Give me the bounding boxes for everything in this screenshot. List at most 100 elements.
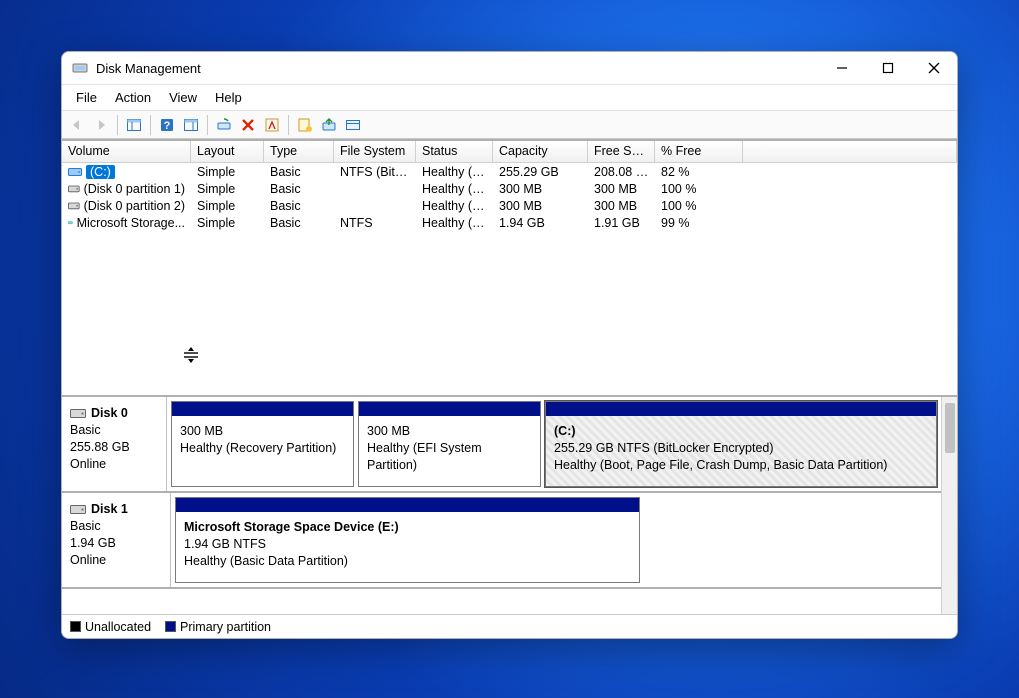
legend-unallocated-label: Unallocated	[85, 620, 151, 634]
volume-layout: Simple	[191, 182, 264, 196]
volume-status: Healthy (E...	[416, 199, 493, 213]
disk-type: Basic	[70, 422, 158, 439]
menu-file[interactable]: File	[68, 87, 105, 108]
col-volume[interactable]: Volume	[62, 141, 191, 162]
partition-size: 1.94 GB NTFS	[184, 536, 631, 553]
toolbar: ?	[62, 111, 957, 139]
scrollbar-vertical[interactable]	[941, 397, 957, 614]
titlebar[interactable]: Disk Management	[62, 52, 957, 85]
col-layout[interactable]: Layout	[191, 141, 264, 162]
volume-free: 208.08 GB	[588, 165, 655, 179]
partition-title: Microsoft Storage Space Device (E:)	[184, 519, 631, 536]
partition[interactable]: 300 MBHealthy (EFI System Partition)	[358, 401, 541, 487]
volume-status: Healthy (R...	[416, 182, 493, 196]
refresh-button[interactable]	[213, 114, 235, 136]
help-button[interactable]: ?	[156, 114, 178, 136]
volume-pct: 99 %	[655, 216, 743, 230]
disk-info[interactable]: Disk 1Basic1.94 GBOnline	[62, 493, 171, 587]
minimize-button[interactable]	[819, 52, 865, 85]
disk-type: Basic	[70, 518, 162, 535]
volume-pct: 82 %	[655, 165, 743, 179]
partitions: Microsoft Storage Space Device (E:)1.94 …	[171, 493, 941, 587]
volume-free: 300 MB	[588, 182, 655, 196]
close-button[interactable]	[911, 52, 957, 85]
volume-type: Basic	[264, 165, 334, 179]
partition[interactable]: (C:)255.29 GB NTFS (BitLocker Encrypted)…	[545, 401, 937, 487]
volume-status: Healthy (B...	[416, 165, 493, 179]
partition-header-bar	[359, 402, 540, 416]
volume-layout: Simple	[191, 216, 264, 230]
volume-row[interactable]: (Disk 0 partition 1)SimpleBasicHealthy (…	[62, 180, 957, 197]
volume-name: Microsoft Storage...	[77, 216, 185, 230]
volume-pct: 100 %	[655, 182, 743, 196]
volume-layout: Simple	[191, 165, 264, 179]
settings-button[interactable]	[342, 114, 364, 136]
disk-status: Online	[70, 552, 162, 569]
disk-graphical-view: Disk 0Basic255.88 GBOnline300 MBHealthy …	[62, 395, 957, 638]
toolbar-separator	[288, 115, 289, 135]
partition-desc: Healthy (Basic Data Partition)	[184, 553, 631, 570]
partition-size: 300 MB	[180, 423, 345, 440]
col-type[interactable]: Type	[264, 141, 334, 162]
disk-icon	[70, 407, 86, 419]
legend-primary-label: Primary partition	[180, 620, 271, 634]
volume-row[interactable]: (Disk 0 partition 2) SimpleBasic Healthy (…	[62, 197, 957, 214]
legend-primary: Primary partition	[165, 620, 271, 634]
partition-title: (C:)	[554, 423, 928, 440]
window-title: Disk Management	[96, 61, 201, 76]
disk-status: Online	[70, 456, 158, 473]
partitions: 300 MBHealthy (Recovery Partition)300 MB…	[167, 397, 941, 491]
svg-text:?: ?	[164, 120, 171, 132]
col-pctfree[interactable]: % Free	[655, 141, 743, 162]
menu-view[interactable]: View	[161, 87, 205, 108]
volume-name: (Disk 0 partition 2)	[84, 199, 185, 213]
volume-layout: Simple	[191, 199, 264, 213]
menubar: File Action View Help	[62, 85, 957, 111]
properties-button[interactable]	[261, 114, 283, 136]
disk-row: Disk 0Basic255.88 GBOnline300 MBHealthy …	[62, 397, 941, 493]
volume-list-body[interactable]: (C:)SimpleBasicNTFS (BitLo...Healthy (B.…	[62, 163, 957, 231]
volume-row[interactable]: (C:) SimpleBasicNTFS (BitLo...Healthy (B.…	[62, 163, 957, 180]
volume-fs: NTFS	[334, 216, 416, 230]
col-capacity[interactable]: Capacity	[493, 141, 588, 162]
partition[interactable]: 300 MBHealthy (Recovery Partition)	[171, 401, 354, 487]
disk-title: Disk 0	[91, 405, 128, 422]
volume-list-header[interactable]: Volume Layout Type File System Status Ca…	[62, 141, 957, 163]
volume-capacity: 300 MB	[493, 199, 588, 213]
scrollbar-thumb[interactable]	[945, 403, 955, 453]
app-icon	[72, 60, 88, 76]
volume-row[interactable]: Microsoft Storage... SimpleBasicNTFSHealt…	[62, 214, 957, 231]
disk-management-window: Disk Management File Action View Help ? …	[61, 51, 958, 639]
menu-action[interactable]: Action	[107, 87, 159, 108]
volume-fs: NTFS (BitLo...	[334, 165, 416, 179]
forward-button[interactable]	[90, 114, 112, 136]
volume-free: 300 MB	[588, 199, 655, 213]
toolbar-separator	[117, 115, 118, 135]
volume-free: 1.91 GB	[588, 216, 655, 230]
toolbar-separator	[150, 115, 151, 135]
col-freespace[interactable]: Free Sp...	[588, 141, 655, 162]
volume-status: Healthy (B...	[416, 216, 493, 230]
toolbar-separator	[207, 115, 208, 135]
attach-vhd-button[interactable]	[318, 114, 340, 136]
show-hide-console-tree-button[interactable]	[123, 114, 145, 136]
volume-type: Basic	[264, 199, 334, 213]
volume-name: (C:)	[86, 165, 115, 179]
action-pane-button[interactable]	[180, 114, 202, 136]
back-button[interactable]	[66, 114, 88, 136]
col-filesystem[interactable]: File System	[334, 141, 416, 162]
partition[interactable]: Microsoft Storage Space Device (E:)1.94 …	[175, 497, 640, 583]
menu-help[interactable]: Help	[207, 87, 250, 108]
delete-button[interactable]	[237, 114, 259, 136]
disk-size: 255.88 GB	[70, 439, 158, 456]
volume-capacity: 300 MB	[493, 182, 588, 196]
resize-vertical-icon	[182, 346, 200, 364]
disk-info[interactable]: Disk 0Basic255.88 GBOnline	[62, 397, 167, 491]
volume-list[interactable]: Volume Layout Type File System Status Ca…	[62, 139, 957, 395]
partition-desc: Healthy (Recovery Partition)	[180, 440, 345, 457]
partition-header-bar	[172, 402, 353, 416]
new-volume-button[interactable]	[294, 114, 316, 136]
volume-type: Basic	[264, 216, 334, 230]
maximize-button[interactable]	[865, 52, 911, 85]
col-status[interactable]: Status	[416, 141, 493, 162]
